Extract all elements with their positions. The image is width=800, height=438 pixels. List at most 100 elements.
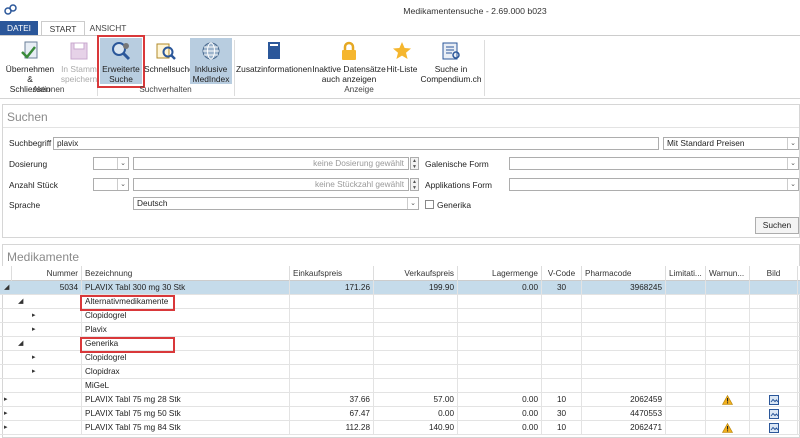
- header-verkaufspreis[interactable]: Verkaufspreis: [374, 266, 458, 281]
- ribbon: Übernehmen & Schliessen In Stamm speiche…: [0, 35, 800, 99]
- limitation-cell: [666, 295, 706, 309]
- lager-cell: [458, 309, 542, 323]
- header-lagermenge[interactable]: Lagermenge: [458, 266, 542, 281]
- generika-checkbox[interactable]: [425, 200, 434, 209]
- zusatzinformationen-button[interactable]: Zusatzinformationen: [236, 38, 312, 74]
- table-row[interactable]: ▸ Clopidogrel: [0, 309, 800, 323]
- header-bezeichnung[interactable]: Bezeichnung: [82, 266, 290, 281]
- hit-liste-button[interactable]: Hit-Liste: [384, 38, 420, 74]
- ribbon-tabs: DATEI START ANSICHT: [0, 21, 800, 36]
- table-row[interactable]: ▸ Clopidrax: [0, 365, 800, 379]
- vk-cell: [374, 295, 458, 309]
- vk-cell: [374, 323, 458, 337]
- inaktive-datensaetze-button[interactable]: Inaktive Datensätze auch anzeigen: [312, 38, 386, 84]
- header-warnung[interactable]: Warnun...: [706, 266, 750, 281]
- limitation-cell: [666, 407, 706, 421]
- tab-start[interactable]: START: [41, 21, 85, 36]
- image-cell: [750, 295, 798, 309]
- group-separator: [484, 40, 485, 96]
- table-row[interactable]: ▸ PLAVIX Tabl 75 mg 28 Stk 37.66 57.00 0.00 1…: [0, 393, 800, 407]
- expand-icon[interactable]: ▸: [4, 393, 8, 407]
- applikations-form-select[interactable]: ⌄: [509, 178, 799, 191]
- image-preview-icon[interactable]: [768, 395, 779, 405]
- bez-cell: PLAVIX Tabl 75 mg 28 Stk: [82, 393, 290, 407]
- tab-datei[interactable]: DATEI: [0, 21, 38, 36]
- bez-cell: Plavix: [82, 323, 290, 337]
- header-pharmacode[interactable]: Pharmacode: [582, 266, 666, 281]
- vk-cell: [374, 351, 458, 365]
- anzahl-spinner[interactable]: ▲ ▼: [410, 178, 419, 191]
- vcode-cell: 30: [542, 281, 582, 295]
- schnellsuche-button[interactable]: Schnellsuche: [144, 38, 194, 74]
- header-limitation[interactable]: Limitati...: [666, 266, 706, 281]
- image-preview-icon[interactable]: [768, 409, 779, 419]
- suchbegriff-input[interactable]: plavix: [53, 137, 659, 150]
- inklusive-medindex-button[interactable]: Inklusive MedIndex: [190, 38, 232, 84]
- table-row[interactable]: MiGeL: [0, 379, 800, 393]
- galenische-form-select[interactable]: ⌄: [509, 157, 799, 170]
- pharma-cell: [582, 365, 666, 379]
- nummer-cell: [12, 393, 82, 407]
- star-icon: [393, 42, 411, 59]
- warning-cell: [706, 393, 750, 407]
- limitation-cell: [666, 421, 706, 435]
- table-row[interactable]: ▸ PLAVIX Tabl 75 mg 84 Stk 112.28 140.90 0.0…: [0, 421, 800, 435]
- preis-select[interactable]: Mit Standard Preisen ⌄: [663, 137, 799, 150]
- ek-cell: [290, 365, 374, 379]
- tab-ansicht[interactable]: ANSICHT: [87, 21, 129, 36]
- vcode-cell: [542, 365, 582, 379]
- warning-icon: [721, 422, 734, 433]
- dosierung-unit-select[interactable]: ⌄: [93, 157, 129, 170]
- bez-cell: Clopidogrel: [82, 309, 290, 323]
- pharma-cell: [582, 379, 666, 393]
- globe-icon: [202, 42, 220, 60]
- pharma-cell: [582, 337, 666, 351]
- compendium-button[interactable]: Suche in Compendium.ch: [420, 38, 482, 84]
- alternativmedikamente-highlight: [80, 295, 175, 311]
- table-row[interactable]: ◢ 5034 PLAVIX Tabl 300 mg 30 Stk 171.26 199.…: [0, 281, 800, 295]
- suchen-button[interactable]: Suchen: [755, 217, 799, 234]
- chevron-down-icon: ⌄: [787, 158, 798, 169]
- expand-icon[interactable]: ▸: [4, 421, 8, 435]
- window-title: Medikamentensuche - 2.69.000 b023: [403, 6, 547, 16]
- sprache-select[interactable]: Deutsch ⌄: [133, 197, 419, 210]
- collapse-icon[interactable]: ◢: [4, 281, 9, 295]
- anzahl-unit-select[interactable]: ⌄: [93, 178, 129, 191]
- nummer-cell: [12, 407, 82, 421]
- ek-cell: 67.47: [290, 407, 374, 421]
- header-v-code[interactable]: V-Code: [542, 266, 582, 281]
- header-nummer[interactable]: Nummer: [12, 266, 82, 281]
- table-row[interactable]: ▸ Clopidogrel: [0, 351, 800, 365]
- nummer-cell: [12, 421, 82, 435]
- divider: [3, 127, 799, 128]
- expand-icon[interactable]: ▸: [4, 407, 8, 421]
- limitation-cell: [666, 309, 706, 323]
- erweiterte-suche-highlight: [97, 35, 145, 88]
- chevron-down-icon: ⌄: [117, 158, 128, 169]
- group-label-suchverhalten: Suchverhalten: [139, 85, 192, 94]
- vcode-cell: 10: [542, 421, 582, 435]
- compendium-icon: [442, 42, 460, 60]
- dosierung-input[interactable]: keine Dosierung gewählt: [133, 157, 409, 170]
- sprache-label: Sprache: [9, 200, 41, 210]
- warning-cell: [706, 295, 750, 309]
- dosierung-spinner[interactable]: ▲ ▼: [410, 157, 419, 170]
- nummer-cell: [12, 323, 82, 337]
- image-preview-icon[interactable]: [768, 423, 779, 433]
- header-einkaufspreis[interactable]: Einkaufspreis: [290, 266, 374, 281]
- table-row[interactable]: ▸ PLAVIX Tabl 75 mg 50 Stk 67.47 0.00 0.00 30…: [0, 407, 800, 421]
- lager-cell: [458, 337, 542, 351]
- vk-cell: [374, 379, 458, 393]
- table-row[interactable]: ▸ Plavix: [0, 323, 800, 337]
- header-bild[interactable]: Bild: [750, 266, 798, 281]
- suchbegriff-label: Suchbegriff: [9, 138, 52, 148]
- applikations-form-label: Applikations Form: [425, 180, 493, 190]
- in-stamm-speichern-button[interactable]: In Stamm speichern: [60, 38, 98, 84]
- vcode-cell: 30: [542, 407, 582, 421]
- image-cell: [750, 365, 798, 379]
- warning-icon: [721, 394, 734, 405]
- pharma-cell: 2062471: [582, 421, 666, 435]
- preis-value: Mit Standard Preisen: [667, 138, 745, 148]
- warning-cell: [706, 323, 750, 337]
- anzahl-input[interactable]: keine Stückzahl gewählt: [133, 178, 409, 191]
